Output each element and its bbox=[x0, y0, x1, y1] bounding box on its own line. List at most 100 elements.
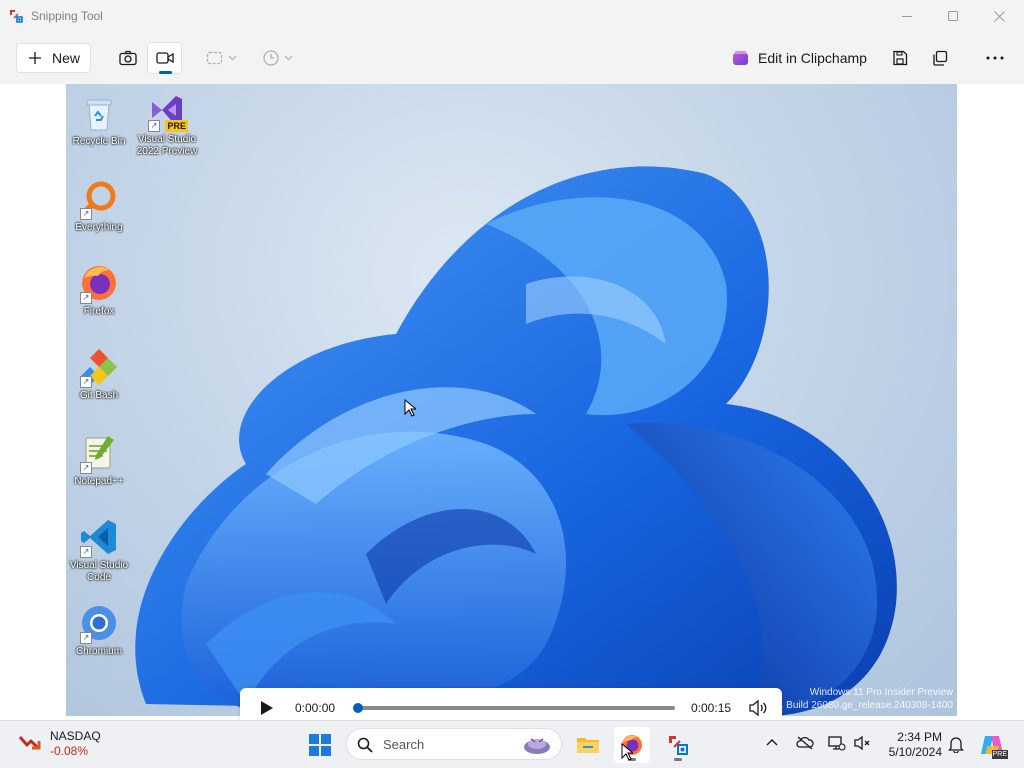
network-icon[interactable] bbox=[828, 735, 846, 751]
copy-button[interactable] bbox=[924, 42, 956, 74]
maximize-button[interactable] bbox=[930, 0, 976, 32]
clock-time: 2:34 PM bbox=[897, 730, 942, 744]
mouse-cursor-icon bbox=[404, 399, 416, 417]
window-title: Snipping Tool bbox=[31, 9, 103, 23]
new-button[interactable]: New bbox=[16, 43, 91, 73]
end-time: 0:00:15 bbox=[691, 701, 732, 715]
stock-name: NASDAQ bbox=[50, 729, 101, 743]
windows-bloom-wallpaper bbox=[135, 166, 897, 716]
desktop-icon-recycle-bin[interactable]: Recycle Bin bbox=[66, 92, 132, 148]
desktop-icon-label: Git Bash bbox=[79, 390, 119, 401]
shortcut-arrow-icon: ↗ bbox=[80, 632, 92, 644]
desktop-icon-label: Chromium bbox=[75, 646, 123, 657]
search-icon bbox=[357, 737, 373, 753]
stock-down-icon bbox=[18, 736, 41, 750]
play-button[interactable] bbox=[260, 700, 274, 716]
windows-logo-icon bbox=[309, 734, 331, 756]
git-bash-icon: ↗ bbox=[78, 346, 120, 388]
snip-shape-dropdown[interactable] bbox=[206, 42, 237, 74]
search-highlight-icon bbox=[524, 738, 550, 754]
record-mode-button[interactable] bbox=[147, 42, 182, 74]
recycle-bin-icon bbox=[78, 92, 120, 134]
chevron-up-icon[interactable] bbox=[766, 738, 778, 746]
minimize-button[interactable] bbox=[884, 0, 930, 32]
taskbar-snipping-tool[interactable] bbox=[660, 727, 696, 763]
desktop-icon-label: Visual Studio Code bbox=[69, 560, 129, 583]
save-icon bbox=[893, 50, 908, 66]
vscode-icon: ↗ bbox=[78, 516, 120, 558]
desktop-icon-everything[interactable]: ↗ Everything bbox=[66, 178, 132, 234]
volume-button[interactable] bbox=[748, 699, 768, 717]
desktop-icon-label: Everything bbox=[75, 222, 123, 233]
camera-icon bbox=[118, 50, 137, 66]
stock-change: -0.08% bbox=[50, 744, 89, 758]
copy-icon bbox=[933, 50, 948, 66]
new-button-label: New bbox=[52, 50, 81, 66]
taskbar: NASDAQ -0.08% Search 2:34 PM 5/10/2024 P… bbox=[0, 720, 1024, 768]
clock[interactable]: 2:34 PM 5/10/2024 bbox=[882, 730, 942, 760]
chevron-down-icon bbox=[228, 55, 237, 61]
desktop-icon-chromium[interactable]: ↗ Chromium bbox=[66, 602, 132, 658]
firefox-icon: ↗ bbox=[78, 262, 120, 304]
desktop-icon-firefox[interactable]: ↗ Firefox bbox=[66, 262, 132, 318]
copilot-badge: PRE bbox=[991, 750, 1008, 759]
title-bar: Snipping Tool bbox=[0, 0, 1024, 32]
video-camera-icon bbox=[155, 52, 174, 64]
active-app-indicator bbox=[674, 758, 682, 761]
everything-search-icon: ↗ bbox=[78, 178, 120, 220]
preview-badge: PRE bbox=[165, 120, 188, 132]
close-icon bbox=[993, 10, 1005, 22]
taskbar-search-box[interactable]: Search bbox=[346, 728, 562, 760]
visual-studio-preview-icon: ↗ PRE bbox=[146, 90, 188, 132]
maximize-icon bbox=[948, 11, 958, 21]
clipchamp-icon bbox=[733, 50, 748, 65]
shortcut-arrow-icon: ↗ bbox=[80, 462, 92, 474]
current-time: 0:00:00 bbox=[295, 701, 336, 715]
onedrive-offline-icon[interactable] bbox=[796, 735, 814, 751]
snipping-tool-icon bbox=[669, 736, 688, 755]
minimize-icon bbox=[902, 16, 912, 17]
notepad-plus-plus-icon: ↗ bbox=[78, 432, 120, 474]
mouse-cursor-icon bbox=[621, 743, 633, 761]
shortcut-arrow-icon: ↗ bbox=[80, 208, 92, 220]
seek-bar-thumb[interactable] bbox=[353, 703, 363, 713]
shortcut-arrow-icon: ↗ bbox=[148, 120, 160, 132]
plus-icon bbox=[29, 52, 41, 64]
rectangle-select-icon bbox=[206, 51, 223, 65]
clock-icon bbox=[263, 50, 279, 66]
desktop-icon-notepad-plus-plus[interactable]: ↗ Notepad++ bbox=[66, 432, 132, 488]
edit-in-clipchamp-button[interactable]: Edit in Clipchamp bbox=[732, 48, 867, 68]
more-options-button[interactable] bbox=[979, 42, 1011, 74]
shortcut-arrow-icon: ↗ bbox=[80, 292, 92, 304]
close-button[interactable] bbox=[976, 0, 1022, 32]
toolbar: New Edit in Clipchamp bbox=[0, 32, 1024, 84]
delay-dropdown[interactable] bbox=[262, 42, 293, 74]
recorded-desktop-frame: Recycle Bin ↗ PRE Visual Studio 2022 Pre… bbox=[66, 84, 957, 716]
clock-date: 5/10/2024 bbox=[888, 745, 942, 759]
recording-preview-area: Recycle Bin ↗ PRE Visual Studio 2022 Pre… bbox=[0, 84, 1024, 728]
save-button[interactable] bbox=[884, 42, 916, 74]
shortcut-arrow-icon: ↗ bbox=[80, 376, 92, 388]
desktop-icon-visual-studio-2022-preview[interactable]: ↗ PRE Visual Studio 2022 Preview bbox=[134, 90, 200, 158]
shortcut-arrow-icon: ↗ bbox=[80, 546, 92, 558]
chromium-icon: ↗ bbox=[78, 602, 120, 644]
desktop-icon-label: Recycle Bin bbox=[72, 136, 126, 147]
desktop-icon-git-bash[interactable]: ↗ Git Bash bbox=[66, 346, 132, 402]
desktop-icon-label: Visual Studio 2022 Preview bbox=[136, 134, 198, 157]
notification-bell-icon[interactable] bbox=[948, 735, 964, 753]
volume-muted-icon[interactable] bbox=[854, 735, 872, 751]
folder-icon bbox=[577, 738, 599, 753]
taskbar-file-explorer[interactable] bbox=[570, 727, 606, 763]
start-button[interactable] bbox=[302, 727, 338, 763]
copilot-button[interactable]: PRE bbox=[974, 727, 1010, 763]
clipchamp-label: Edit in Clipchamp bbox=[758, 50, 867, 66]
snip-mode-button[interactable] bbox=[110, 42, 145, 74]
stock-widget[interactable]: NASDAQ -0.08% bbox=[18, 729, 101, 759]
more-icon bbox=[986, 56, 1004, 60]
seek-bar-track[interactable] bbox=[356, 706, 675, 710]
search-placeholder: Search bbox=[383, 737, 425, 752]
desktop-icon-visual-studio-code[interactable]: ↗ Visual Studio Code bbox=[66, 516, 132, 584]
snipping-tool-app-icon bbox=[10, 10, 23, 23]
desktop-icon-label: Firefox bbox=[83, 306, 115, 317]
chevron-down-icon bbox=[284, 55, 293, 61]
